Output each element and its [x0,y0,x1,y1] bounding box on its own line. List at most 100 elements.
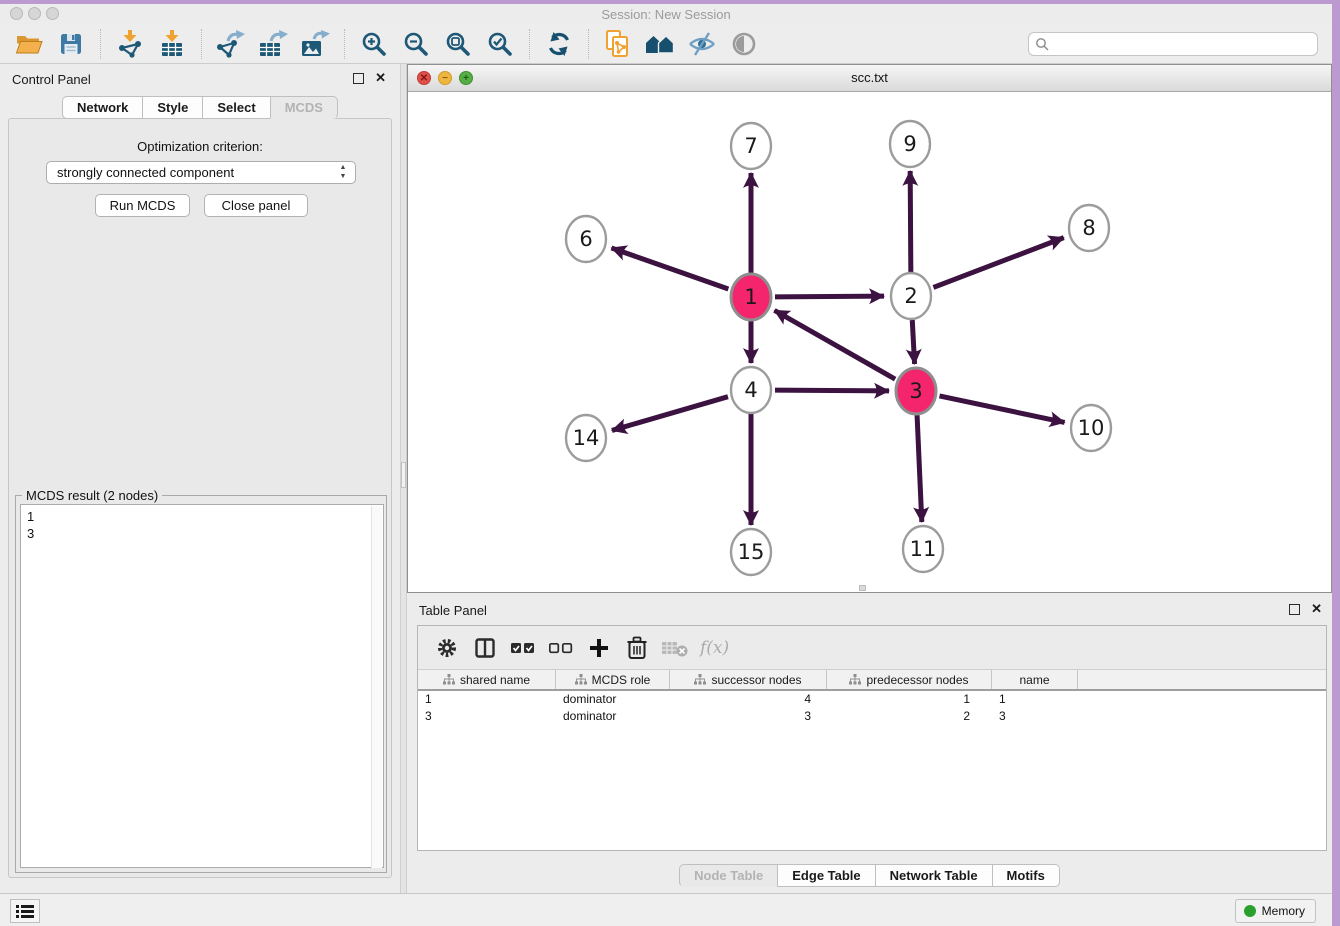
hide-selected-button[interactable] [684,27,720,61]
optimization-criterion-select[interactable]: strongly connected component ▲▼ [46,161,356,184]
tab-select[interactable]: Select [202,96,269,119]
select-all-columns-button[interactable] [508,633,538,663]
graph-edge-1-2[interactable] [775,296,884,297]
zoom-out-button[interactable] [398,27,434,61]
column-header-mcds-role[interactable]: MCDS role [556,670,670,689]
export-table-button[interactable] [255,27,291,61]
tab-edge-table[interactable]: Edge Table [777,864,874,887]
graph-node-11[interactable]: 11 [903,526,943,572]
app-titlebar: Session: New Session [0,4,1332,24]
export-table-icon [258,30,288,58]
close-panel-icon[interactable]: ✕ [375,70,386,86]
graph-node-10[interactable]: 10 [1071,405,1111,451]
column-header-predecessor-nodes[interactable]: predecessor nodes [827,670,992,689]
cell-shared-name[interactable]: 1 [418,691,556,708]
graph-edge-4-3[interactable] [775,390,889,391]
export-network-button[interactable] [213,27,249,61]
cell-name[interactable]: 1 [992,691,1078,708]
graph-node-6[interactable]: 6 [566,216,606,262]
graph-node-7[interactable]: 7 [731,123,771,169]
graph-edge-3-1[interactable] [774,310,895,379]
save-session-button[interactable] [53,27,89,61]
show-columns-button[interactable] [470,633,500,663]
toolbar-separator [344,29,345,59]
graph-node-14[interactable]: 14 [566,415,606,461]
memory-button[interactable]: Memory [1235,899,1316,923]
graph-edge-3-11[interactable] [917,415,922,522]
graph-node-4[interactable]: 4 [731,367,771,413]
import-network-button[interactable] [112,27,148,61]
show-all-button[interactable] [726,27,762,61]
dropdown-value: strongly connected component [57,165,234,180]
vertical-splitter[interactable] [400,64,407,893]
graph-node-15[interactable]: 15 [731,529,771,575]
import-network-icon [116,30,144,58]
column-header-successor-nodes[interactable]: successor nodes [670,670,827,689]
tab-mcds[interactable]: MCDS [270,96,338,119]
splitter-handle[interactable] [401,462,406,488]
table-panel-tabs: Node Table Edge Table Network Table Moti… [407,864,1332,887]
network-window-titlebar[interactable]: ✕ − + scc.txt [408,65,1331,92]
table-panel: Table Panel ✕ [407,597,1332,893]
zoom-in-button[interactable] [356,27,392,61]
graph-node-1[interactable]: 1 [731,274,771,320]
graph-node-2[interactable]: 2 [891,273,931,319]
zoom-fit-button[interactable] [440,27,476,61]
open-session-button[interactable] [11,27,47,61]
graph-edge-2-8[interactable] [933,238,1063,288]
close-table-panel-icon[interactable]: ✕ [1311,601,1322,617]
deselect-all-columns-button[interactable] [546,633,576,663]
graph-edge-2-3[interactable] [912,320,914,364]
cell-predecessor-nodes[interactable]: 1 [827,691,992,708]
table-settings-button[interactable] [432,633,462,663]
table-row[interactable]: 1 dominator 4 1 1 [418,691,1326,708]
apply-layout-button[interactable] [541,27,577,61]
export-image-button[interactable] [297,27,333,61]
graph-node-9[interactable]: 9 [890,121,930,167]
search-input[interactable] [1054,37,1311,51]
delete-column-button[interactable] [622,633,652,663]
run-mcds-button[interactable]: Run MCDS [95,194,190,217]
column-label: predecessor nodes [866,673,968,687]
canvas-split-handle[interactable] [859,585,866,591]
close-panel-button[interactable]: Close panel [204,194,308,217]
graph-edge-1-6[interactable] [611,248,728,289]
mcds-result-textarea[interactable]: 1 3 [20,504,384,868]
graph-node-8[interactable]: 8 [1069,205,1109,251]
tab-style[interactable]: Style [142,96,202,119]
graph-edge-4-14[interactable] [612,397,728,431]
graph-node-label: 6 [579,227,592,251]
houses-icon [645,32,675,56]
magnifier-minus-icon [403,31,429,57]
result-scrollbar[interactable] [371,506,382,868]
float-panel-icon[interactable] [353,73,364,84]
tab-motifs[interactable]: Motifs [992,864,1060,887]
new-network-from-selection-button[interactable] [600,27,636,61]
import-table-button[interactable] [154,27,190,61]
search-box [1028,32,1318,56]
network-window-title: scc.txt [408,70,1331,85]
graph-edge-3-10[interactable] [939,396,1064,422]
cell-shared-name[interactable]: 3 [418,708,556,725]
graph-edge-2-9[interactable] [910,171,911,272]
tab-network[interactable]: Network [62,96,142,119]
table-row[interactable]: 3 dominator 3 2 3 [418,708,1326,725]
cell-name[interactable]: 3 [992,708,1078,725]
create-column-button[interactable] [584,633,614,663]
graph-node-3[interactable]: 3 [896,368,936,414]
tab-node-table[interactable]: Node Table [679,864,777,887]
float-table-panel-icon[interactable] [1289,604,1300,615]
table-panel-header: Table Panel ✕ [407,601,1332,623]
task-history-button[interactable] [10,899,40,923]
zoom-selected-button[interactable] [482,27,518,61]
column-header-shared-name[interactable]: shared name [418,670,556,689]
network-canvas[interactable]: 7 9 6 8 1 2 4 3 14 10 15 11 [408,92,1331,592]
cell-mcds-role[interactable]: dominator [556,708,670,725]
cell-mcds-role[interactable]: dominator [556,691,670,708]
cell-successor-nodes[interactable]: 3 [670,708,827,725]
column-header-name[interactable]: name [992,670,1078,689]
cell-successor-nodes[interactable]: 4 [670,691,827,708]
tab-network-table[interactable]: Network Table [875,864,992,887]
first-neighbors-button[interactable] [642,27,678,61]
cell-predecessor-nodes[interactable]: 2 [827,708,992,725]
